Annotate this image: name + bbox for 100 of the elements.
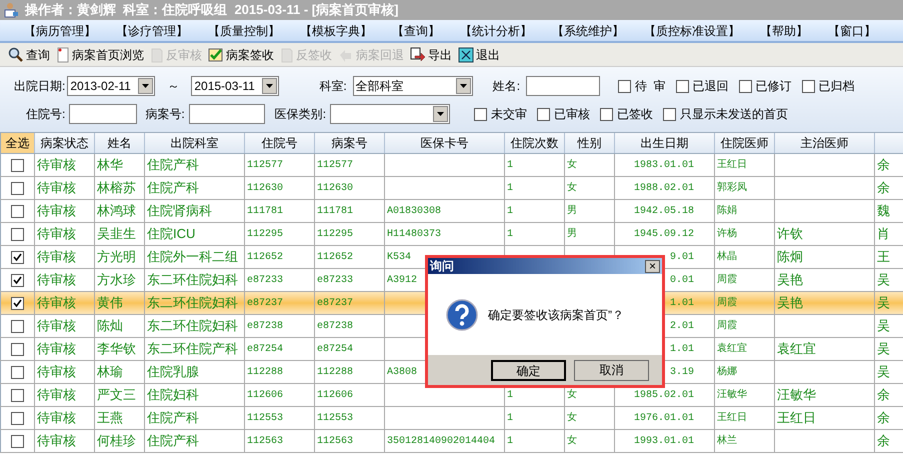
table-cell-text: 吴艳 [777, 271, 803, 290]
table-cell-text: 112577 [317, 158, 354, 172]
table-cell-text: 魏 [877, 202, 890, 220]
table-cell-text: 待审核 [37, 156, 76, 174]
table-cell: 许杨 [717, 226, 737, 242]
table-cell-text: 112295 [247, 228, 284, 242]
table-cell-text: 女 [567, 411, 577, 426]
table-cell-text: 余 [877, 432, 890, 450]
table-cell-text: 1945.09.12 [634, 228, 694, 242]
table-cell-text: e87233 [317, 274, 354, 288]
table-cell-text: 待审核 [37, 294, 76, 312]
table-cell: 林兰 [717, 434, 737, 448]
table-cell-text: 吴 [877, 317, 890, 336]
table-cell-text: 女 [567, 158, 577, 172]
table-cell-text: 111781 [247, 204, 284, 218]
table-cell-text: 住院ICU [147, 225, 196, 244]
field-label: ～ [167, 78, 180, 95]
table-cell-text: 待审核 [37, 409, 76, 428]
table-cell-text: 112606 [247, 388, 284, 402]
table-cell-text: 1 [507, 412, 514, 426]
table-cell-text: 吴 [877, 363, 890, 382]
table-cell-text: 住院产科 [147, 409, 199, 428]
table-cell-text: 林鸿球 [97, 202, 136, 220]
table-cell-text: 待审核 [37, 386, 76, 404]
table-cell-text: 女 [567, 388, 577, 402]
column-header: 姓名 [108, 135, 132, 152]
column-header: 住院次数 [510, 135, 558, 152]
field-label: 姓名: [492, 78, 520, 95]
column-header: 主治医师 [800, 135, 848, 152]
table-cell-text: 袁红宜 [777, 340, 816, 358]
table-cell-text: 男 [567, 204, 577, 218]
checkbox-label: 待 审 [635, 78, 666, 95]
table-cell-text: 住院肾病科 [147, 202, 212, 220]
table-cell-text: 待审核 [37, 248, 76, 266]
table-cell-text: 余 [877, 156, 890, 174]
table-cell-text: 112563 [247, 434, 284, 448]
table-cell-text: 待审核 [37, 179, 76, 198]
column-header: 性别 [578, 135, 602, 152]
checkbox-label: 已审核 [554, 106, 590, 123]
field-label: 住院号: [26, 106, 66, 123]
table-cell-text: 112630 [317, 182, 354, 196]
table-cell-text: e87237 [317, 296, 354, 310]
table-cell-text: 东二环住院妇科 [147, 271, 238, 290]
table-cell-text: 1 [507, 228, 514, 242]
table-cell-text: 汪敏华 [717, 388, 747, 402]
table-cell-text: e87237 [247, 296, 284, 310]
table-cell-text: 待审核 [37, 432, 76, 450]
table-cell-text: 112288 [317, 366, 354, 380]
table-cell-text: 余 [877, 386, 890, 404]
checkbox-label: 已签收 [617, 106, 654, 123]
table-cell: 袁红宜 [717, 342, 747, 356]
table-cell: 杨娜 [717, 364, 737, 380]
table-cell-text: e87233 [247, 274, 284, 288]
table-cell-text: 1985.02.01 [634, 388, 694, 402]
table-cell-text: 肖 [877, 225, 890, 244]
table-cell-text: 1.01 [670, 296, 694, 310]
table-cell-text: 3.19 [670, 366, 694, 380]
table-cell-text: 350128140902014404 [387, 434, 496, 448]
table-cell-text: 1.01 [670, 342, 694, 356]
table-cell-text: A01830308 [387, 204, 442, 218]
dialog-message: 确定要签收该病案首页”？ [488, 306, 624, 324]
table-cell-text: 许钦 [777, 225, 803, 244]
table-cell-text: 1983.01.01 [634, 158, 694, 172]
table-cell-text: 112577 [247, 158, 284, 172]
table-cell-text: 待审核 [37, 202, 76, 220]
table-cell-text: 112606 [317, 388, 354, 402]
table-cell-text: 方水珍 [97, 271, 136, 290]
table-cell-text: 待审核 [37, 317, 76, 336]
column-header: 住院号 [262, 135, 298, 152]
column-header: 病案状态 [40, 135, 88, 152]
table-cell-text: 女 [567, 434, 577, 448]
table-cell-text: 112295 [317, 228, 354, 242]
table-cell-text: e87238 [247, 320, 284, 334]
table-cell-text: 吴韭生 [97, 225, 136, 244]
table-cell-text: 林瑜 [97, 363, 123, 382]
table-cell-text: 112553 [317, 412, 354, 426]
field-label: 医保类别: [274, 106, 326, 123]
table-cell-text: 余 [877, 409, 890, 428]
table-cell-text: 待审核 [37, 363, 76, 382]
table-cell-text: 汪敏华 [777, 386, 816, 404]
table-cell-text: 1976.01.01 [634, 412, 694, 426]
table-cell-text: 1 [507, 388, 514, 402]
table-cell-text: 李华钦 [97, 340, 136, 358]
table-cell-text: 1 [507, 182, 514, 196]
table-cell-text: 陈娟 [717, 204, 737, 218]
table-cell-text: e87238 [317, 320, 354, 334]
dialog-title: 询问 [430, 258, 454, 275]
table-cell: 郭彩凤 [717, 180, 747, 196]
table-cell-text: H11480373 [387, 228, 442, 242]
table-cell-text: 112630 [247, 182, 284, 196]
table-cell-text: 住院产科 [147, 432, 199, 450]
checkbox-label: 已修订 [756, 78, 792, 95]
table-cell-text: e87254 [247, 342, 284, 356]
table-cell-text: 黄伟 [97, 294, 123, 312]
table-cell-text: 0.01 [670, 274, 694, 288]
table-cell-text: 陈灿 [97, 317, 123, 336]
table-cell-text: 陈炯 [777, 248, 803, 266]
field-label: 科室: [319, 78, 347, 95]
table-cell-text: 住院乳腺 [147, 363, 199, 382]
table-cell-text: 东二环住院产科 [147, 340, 238, 358]
